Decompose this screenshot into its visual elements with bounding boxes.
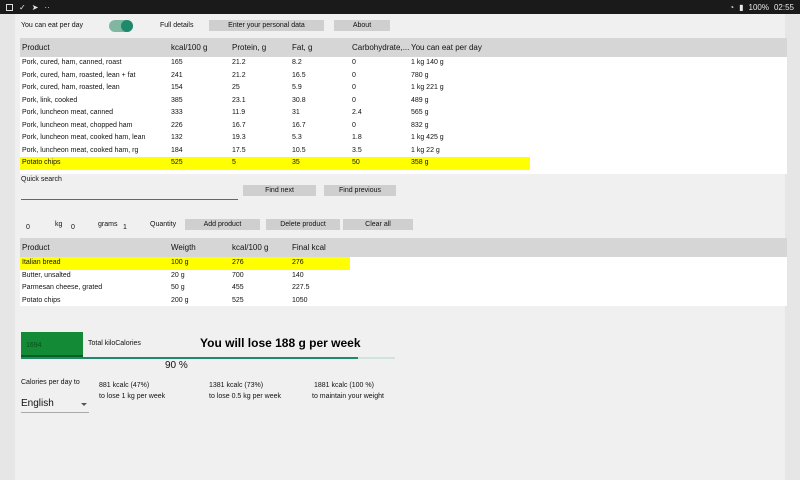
food-table-header: Product kcal/100 g Protein, g Fat, g Car… xyxy=(20,38,787,57)
wifi-icon: ◔ xyxy=(729,2,735,12)
weekly-loss-headline: You will lose 188 g per week xyxy=(200,336,361,350)
goal-lose-1kg-desc: to lose 1 kg per week xyxy=(99,393,166,400)
language-value: English xyxy=(21,398,54,409)
goal-lose-1kg-kcal: 881 kcalc (47%) xyxy=(99,382,150,389)
more-icon: ·· xyxy=(44,2,50,12)
table-row[interactable]: Pork, cured, ham, roasted, lean 154 25 5.9 0… xyxy=(20,82,530,95)
table-row[interactable]: Pork, link, cooked 385 23.1 30.8 0 489 g xyxy=(20,95,530,108)
table-row[interactable]: Pork, cured, ham, canned, roast 165 21.2 8.… xyxy=(20,57,530,70)
table-row[interactable]: Parmesan cheese, grated 50 g 455 227.5 xyxy=(20,282,350,295)
kg-label: kg xyxy=(55,221,63,228)
table-row-selected[interactable]: Potato chips 525 5 35 50 358 g xyxy=(20,157,530,170)
app-window: You can eat per day Full details Enter y… xyxy=(15,14,787,480)
language-select[interactable]: English xyxy=(21,395,89,413)
kg-input[interactable]: 0 xyxy=(26,224,30,231)
col-header-protein[interactable]: Protein, g xyxy=(232,43,266,52)
send-icon: ➤ xyxy=(31,2,39,12)
chevron-down-icon xyxy=(81,403,87,406)
total-kcal-value: 1694 xyxy=(26,342,42,349)
clear-all-button[interactable]: Clear all xyxy=(343,219,413,230)
total-kcal-label: Total kiloCalories xyxy=(88,340,141,347)
full-details-label: Full details xyxy=(160,22,194,29)
quantity-label: Quantity xyxy=(150,221,177,228)
col-header-kcal[interactable]: kcal/100 g xyxy=(171,43,207,52)
selected-table-header: Product Weigth kcal/100 g Final kcal xyxy=(20,238,787,257)
table-row[interactable]: Pork, luncheon meat, cooked ham, lean 132… xyxy=(20,132,530,145)
table-row-selected[interactable]: Italian bread 100 g 276 276 xyxy=(20,257,350,270)
goal-maintain-kcal: 1881 kcalc (100 %) xyxy=(314,382,374,389)
eat-per-day-label: You can eat per day xyxy=(21,22,84,29)
about-button[interactable]: About xyxy=(334,20,390,31)
top-bar: You can eat per day Full details Enter y… xyxy=(15,19,785,35)
table-row[interactable]: Pork, cured, ham, roasted, lean + fat 241… xyxy=(20,70,530,83)
delete-product-button[interactable]: Delete product xyxy=(266,219,340,230)
col-header-product[interactable]: Product xyxy=(22,43,50,52)
progress-fill xyxy=(21,357,358,359)
goal-lose-halfkg-desc: to lose 0.5 kg per week xyxy=(209,393,281,400)
col-header-fat[interactable]: Fat, g xyxy=(292,43,312,52)
vine-icon: ✓ xyxy=(19,2,26,12)
battery-percent: 100% xyxy=(748,2,769,12)
col-header-kcal[interactable]: kcal/100 g xyxy=(232,243,268,252)
food-table-body: Pork, cured, ham, canned, roast 165 21.2 8.… xyxy=(20,57,787,170)
col-header-product[interactable]: Product xyxy=(22,243,50,252)
col-header-carbohydrate[interactable]: Carbohydrate,... xyxy=(352,43,409,52)
table-row[interactable]: Pork, luncheon meat, chopped ham 226 16.7 1… xyxy=(20,120,530,133)
selected-products-table[interactable]: Product Weigth kcal/100 g Final kcal Ita… xyxy=(20,238,787,306)
table-row[interactable]: Pork, luncheon meat, canned 333 11.9 31 2.4 5… xyxy=(20,107,530,120)
table-row[interactable]: Butter, unsalted 20 g 700 140 xyxy=(20,270,350,283)
goal-lose-halfkg-kcal: 1381 kcalc (73%) xyxy=(209,382,264,389)
eat-per-day-toggle[interactable] xyxy=(109,20,133,32)
enter-personal-data-button[interactable]: Enter your personal data xyxy=(209,20,324,31)
col-header-weight[interactable]: Weigth xyxy=(171,243,196,252)
find-previous-button[interactable]: Find previous xyxy=(324,185,396,196)
col-header-can-eat[interactable]: You can eat per day xyxy=(411,43,482,52)
clock: 02:55 xyxy=(773,2,794,12)
calorie-progress-bar xyxy=(21,357,395,359)
food-table[interactable]: Product kcal/100 g Protein, g Fat, g Car… xyxy=(20,38,787,174)
col-header-final-kcal[interactable]: Final kcal xyxy=(292,243,326,252)
gallery-icon xyxy=(6,3,13,11)
status-bar: ✓ ➤ ·· ◔ ▮ 100% 02:55 xyxy=(0,0,800,14)
progress-percent: 90 % xyxy=(165,360,188,371)
table-row[interactable]: Potato chips 200 g 525 1050 xyxy=(20,295,350,308)
add-product-button[interactable]: Add product xyxy=(185,219,260,230)
quick-search-label: Quick search xyxy=(21,176,62,183)
table-row[interactable]: Pork, luncheon meat, cooked ham, rg 184 17… xyxy=(20,145,530,158)
find-next-button[interactable]: Find next xyxy=(243,185,316,196)
goal-maintain-desc: to maintain your weight xyxy=(312,393,384,400)
calories-per-day-label: Calories per day to xyxy=(21,379,80,386)
battery-icon: ▮ xyxy=(739,2,744,12)
grams-input[interactable]: 0 xyxy=(71,224,75,231)
quick-search-input[interactable] xyxy=(21,199,238,200)
quantity-input[interactable]: 1 xyxy=(123,224,127,231)
toggle-knob xyxy=(121,20,133,32)
grams-label: grams xyxy=(98,221,118,228)
total-kcal-field[interactable]: 1694 xyxy=(21,332,83,357)
